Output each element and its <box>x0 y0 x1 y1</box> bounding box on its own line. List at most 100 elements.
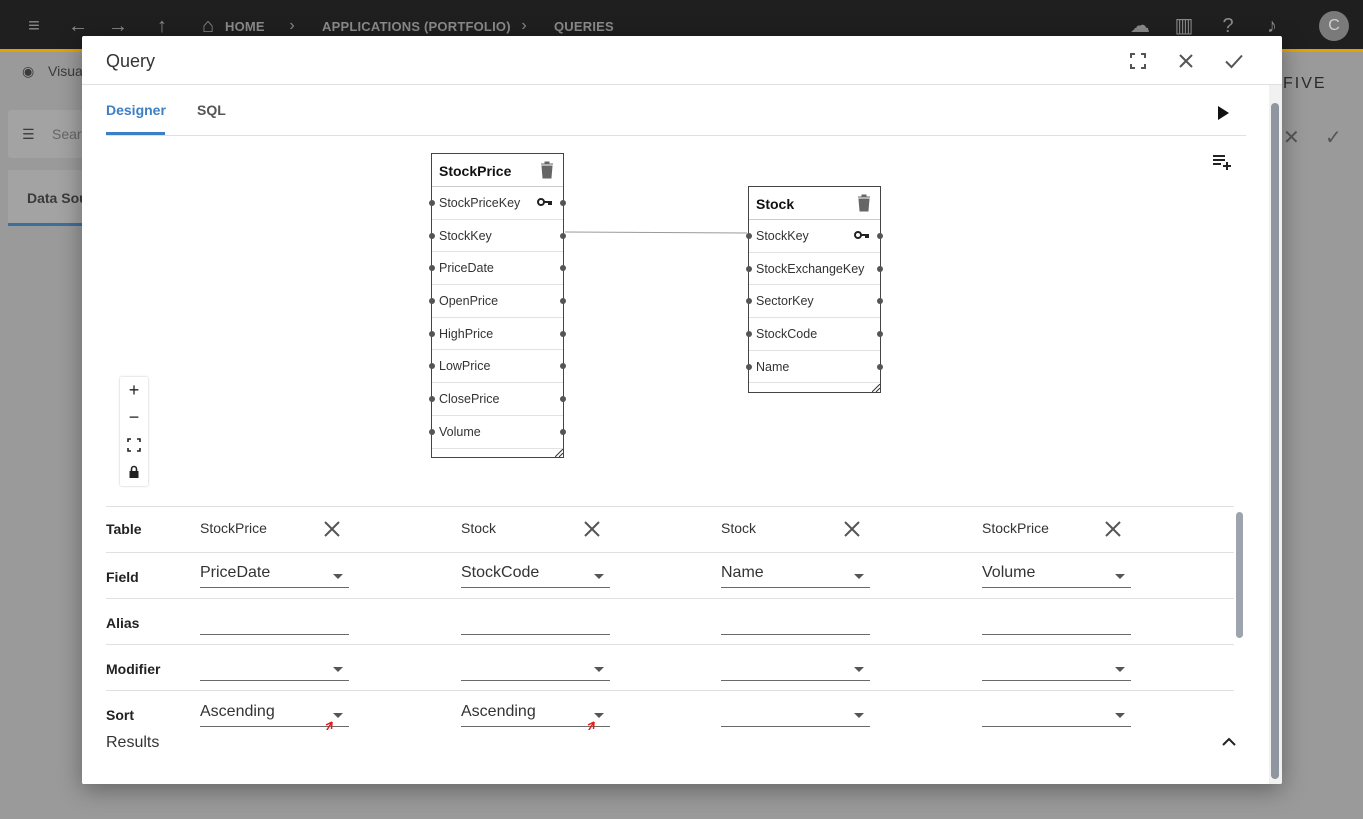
forward-arrow-icon[interactable]: → <box>106 14 130 38</box>
modifier-select[interactable] <box>721 655 870 681</box>
breadcrumb-queries[interactable]: QUERIES <box>554 19 614 34</box>
grid-row-table: Table StockPrice Stock Stock StockPrice <box>106 506 1234 552</box>
table-field-row[interactable]: ClosePrice <box>429 383 566 416</box>
resize-handle-icon[interactable] <box>555 449 563 457</box>
connector-dot[interactable] <box>429 363 435 370</box>
table-field-row[interactable]: Volume <box>429 416 566 449</box>
table-card-header[interactable]: StockPrice <box>432 154 563 187</box>
modifier-select[interactable] <box>200 655 349 681</box>
sort-select[interactable] <box>721 701 870 727</box>
alias-input[interactable] <box>982 609 1131 635</box>
connector-dot[interactable] <box>746 363 752 370</box>
dialog-scrollbar[interactable] <box>1269 85 1282 784</box>
delete-table-icon[interactable] <box>539 161 555 179</box>
library-icon[interactable]: ▥ <box>1172 14 1196 38</box>
table-card-stockprice[interactable]: StockPrice StockPriceKey StockKey PriceD… <box>429 153 566 458</box>
table-field-row[interactable]: StockCode <box>746 318 883 351</box>
field-name: HighPrice <box>439 326 494 341</box>
table-field-row[interactable]: Name <box>746 351 883 384</box>
connector-dot[interactable] <box>560 330 566 337</box>
grid-scrollbar-thumb[interactable] <box>1236 512 1243 638</box>
connector-dot[interactable] <box>877 363 883 370</box>
table-field-row[interactable]: LowPrice <box>429 350 566 384</box>
field-name: StockExchangeKey <box>756 261 865 276</box>
table-field-row[interactable]: StockKey <box>429 220 566 253</box>
connector-dot[interactable] <box>429 200 435 206</box>
fit-view-icon[interactable] <box>120 431 148 458</box>
alias-input[interactable] <box>200 609 349 635</box>
table-card-stock[interactable]: Stock StockKey StockExchangeKey SectorKe… <box>746 186 883 393</box>
table-field-row[interactable]: StockPriceKey <box>429 187 566 220</box>
connector-dot[interactable] <box>429 265 435 272</box>
breadcrumb-applications[interactable]: APPLICATIONS (PORTFOLIO) <box>322 19 511 34</box>
notifications-icon[interactable]: ♪ <box>1260 14 1284 38</box>
table-field-row[interactable]: SectorKey <box>746 285 883 319</box>
zoom-in-button[interactable]: + <box>120 377 148 404</box>
remove-column-icon[interactable] <box>1103 519 1123 539</box>
grid-row-sort: Sort Ascending Ascending <box>106 690 1234 730</box>
connector-dot[interactable] <box>429 232 435 239</box>
resize-handle-icon[interactable] <box>872 384 880 392</box>
connector-dot[interactable] <box>877 233 883 239</box>
connector-dot[interactable] <box>560 428 566 435</box>
grid-scrollbar[interactable] <box>1235 508 1245 730</box>
field-select[interactable]: Name <box>721 562 870 588</box>
connector-dot[interactable] <box>746 265 752 272</box>
view-icon: ◉ <box>22 63 35 79</box>
connector-dot[interactable] <box>746 298 752 305</box>
chevron-up-icon[interactable] <box>1217 730 1241 754</box>
alias-input[interactable] <box>461 609 610 635</box>
column-table-name: StockPrice <box>200 520 267 536</box>
background-search-placeholder: Sear <box>52 126 82 142</box>
modifier-select[interactable] <box>461 655 610 681</box>
tab-designer[interactable]: Designer <box>106 102 166 118</box>
table-field-row[interactable]: HighPrice <box>429 318 566 351</box>
sort-select[interactable] <box>982 701 1131 727</box>
fullscreen-icon[interactable] <box>1125 48 1151 74</box>
run-query-icon[interactable] <box>1212 102 1234 124</box>
connector-dot[interactable] <box>560 200 566 206</box>
column-table-name: StockPrice <box>982 520 1049 536</box>
remove-column-icon[interactable] <box>322 519 342 539</box>
modifier-select[interactable] <box>982 655 1131 681</box>
confirm-check-icon[interactable] <box>1221 48 1247 74</box>
table-field-row[interactable]: StockKey <box>746 220 883 253</box>
zoom-controls: + − <box>120 377 148 486</box>
table-field-row[interactable]: OpenPrice <box>429 285 566 318</box>
avatar[interactable]: C <box>1319 11 1349 41</box>
field-select[interactable]: PriceDate <box>200 562 349 588</box>
delete-table-icon[interactable] <box>856 194 872 212</box>
cloud-sync-icon[interactable]: ☁ <box>1128 14 1152 38</box>
remove-column-icon[interactable] <box>582 519 602 539</box>
field-name: OpenPrice <box>439 294 499 309</box>
connector-dot[interactable] <box>429 330 435 337</box>
connector-dot[interactable] <box>877 265 883 272</box>
dialog-scrollbar-thumb[interactable] <box>1271 103 1279 779</box>
alias-input[interactable] <box>721 609 870 635</box>
help-icon[interactable]: ? <box>1216 14 1240 38</box>
dropdown-arrow-icon <box>594 667 604 672</box>
home-icon[interactable]: ⌂ <box>196 14 220 38</box>
remove-column-icon[interactable] <box>842 519 862 539</box>
field-select[interactable]: StockCode <box>461 562 610 588</box>
tab-sql[interactable]: SQL <box>197 102 226 118</box>
connector-dot[interactable] <box>560 232 566 239</box>
menu-icon[interactable]: ≡ <box>22 14 46 38</box>
field-select[interactable]: Volume <box>982 562 1131 588</box>
connector-dot[interactable] <box>429 298 435 305</box>
connector-dot[interactable] <box>746 233 752 239</box>
up-arrow-icon[interactable]: ↑ <box>150 14 174 38</box>
close-icon[interactable] <box>1173 48 1199 74</box>
back-arrow-icon[interactable]: ← <box>66 14 90 38</box>
connector-dot[interactable] <box>429 428 435 435</box>
table-field-row[interactable]: StockExchangeKey <box>746 253 883 286</box>
lock-icon[interactable] <box>120 458 148 485</box>
table-card-header[interactable]: Stock <box>749 187 880 220</box>
breadcrumb-home[interactable]: HOME <box>225 19 265 34</box>
designer-canvas[interactable]: StockPrice StockPriceKey StockKey PriceD… <box>106 136 1246 506</box>
zoom-out-button[interactable]: − <box>120 404 148 431</box>
dialog-tabs: Designer SQL <box>106 85 1246 136</box>
connector-dot[interactable] <box>429 396 435 403</box>
table-field-row[interactable]: PriceDate <box>429 252 566 286</box>
connector-dot[interactable] <box>746 331 752 338</box>
